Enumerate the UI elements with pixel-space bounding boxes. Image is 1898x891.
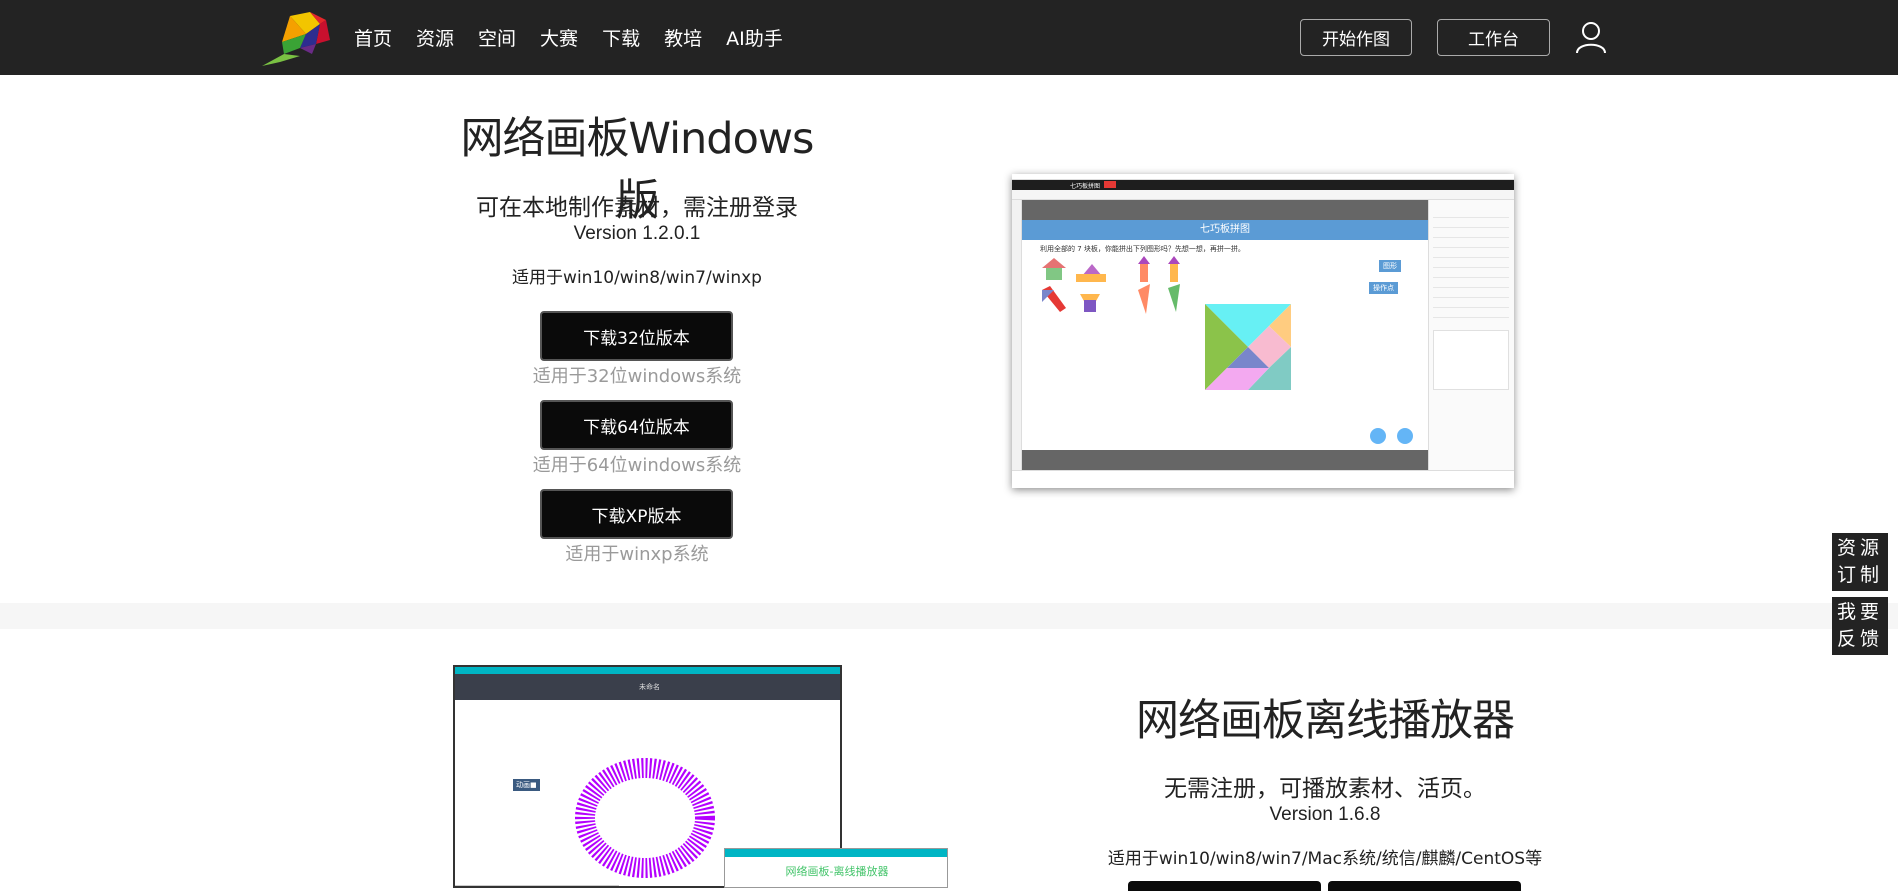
canvas-area: 七巧板拼图 利用全部的 7 块板，你能拼出下列图形吗？先想一想，再拼一拼。 图形… [1022,220,1428,450]
canvas-circle-button[interactable] [1370,428,1386,444]
nav-item-contest[interactable]: 大赛 [540,24,578,51]
canvas-instruction: 利用全部的 7 块板，你能拼出下列图形吗？先想一想，再拼一拼。 [1040,245,1245,253]
download-xp-button[interactable]: 下载XP版本 [540,489,733,539]
start-drawing-button[interactable]: 开始作图 [1300,19,1412,56]
popup-title: 网络画板-离线播放器 [785,865,889,878]
canvas-points-button[interactable]: 操作点 [1369,282,1398,294]
download-32bit-note: 适用于32位windows系统 [532,366,742,387]
feedback-button[interactable]: 我要反馈 [1832,597,1888,655]
windows-version: Version 1.2.0.1 [573,223,701,244]
canvas-circle-button[interactable] [1397,428,1413,444]
top-nav-bar: 首页 资源 空间 大赛 下载 教培 AI助手 开始作图 工作台 [0,0,1898,75]
download-64bit-note: 适用于64位windows系统 [532,455,742,476]
windows-subtitle: 可在本地制作素材，需注册登录 [476,195,798,221]
logo-icon[interactable] [260,10,332,66]
left-tool-strip [1012,200,1022,470]
tab-badge [1104,181,1116,188]
nav-item-space[interactable]: 空间 [478,24,516,51]
nav-item-training[interactable]: 教培 [664,24,702,51]
app-toolbar [1012,190,1514,200]
app-tab-title: 七巧板拼图 [1070,183,1101,190]
app-titlebar: 七巧板拼图 [1012,180,1514,190]
player-version: Version 1.6.8 [1269,804,1381,825]
bottom-toolbar [1012,470,1514,488]
player-subtitle: 无需注册，可播放素材、活页。 [1164,776,1486,802]
download-xp-note: 适用于winxp系统 [565,544,709,565]
tangram-shapes [1042,256,1180,314]
download-32bit-button[interactable]: 下载32位版本 [540,311,733,361]
spiral-figure [575,758,715,878]
nav-item-home[interactable]: 首页 [354,24,392,51]
player-download-button[interactable] [1328,881,1521,891]
player-popup-screenshot: 网络画板-离线播放器 [724,848,948,888]
windows-compat: 适用于win10/win8/win7/winxp [512,268,762,288]
style-panel [1433,330,1509,390]
nav-item-download[interactable]: 下载 [602,24,640,51]
canvas-banner: 七巧板拼图 [1022,220,1428,240]
main-nav: 首页 资源 空间 大赛 下载 教培 AI助手 [354,0,807,75]
download-64bit-button[interactable]: 下载64位版本 [540,400,733,450]
canvas-frame: 七巧板拼图 利用全部的 7 块板，你能拼出下列图形吗？先想一想，再拼一拼。 图形… [1022,200,1428,470]
right-panel [1428,200,1514,470]
popup-titlebar [725,849,947,857]
user-icon[interactable] [1574,20,1608,54]
player-compat: 适用于win10/win8/win7/Mac系统/统信/麒麟/CentOS等 [1107,849,1543,869]
windows-app-screenshot: 七巧板拼图 七巧板拼图 利用全部的 7 块板，你能拼出下列图形吗？先想一想，再拼… [1012,174,1514,488]
section-divider [0,603,1898,629]
workbench-button[interactable]: 工作台 [1437,19,1550,56]
tangram-square [1205,304,1291,390]
resource-custom-button[interactable]: 资源订制 [1832,533,1888,591]
nav-item-ai-assistant[interactable]: AI助手 [726,24,783,51]
player-window-title: 未命名 [455,674,840,700]
property-list [1433,208,1509,318]
player-section-title: 网络画板离线播放器 [1136,696,1515,746]
player-titlebar [455,667,840,674]
canvas-shape-button[interactable]: 图形 [1379,260,1401,272]
player-download-button[interactable] [1128,881,1321,891]
nav-item-resources[interactable]: 资源 [416,24,454,51]
animation-button[interactable]: 动画■ [513,779,540,791]
